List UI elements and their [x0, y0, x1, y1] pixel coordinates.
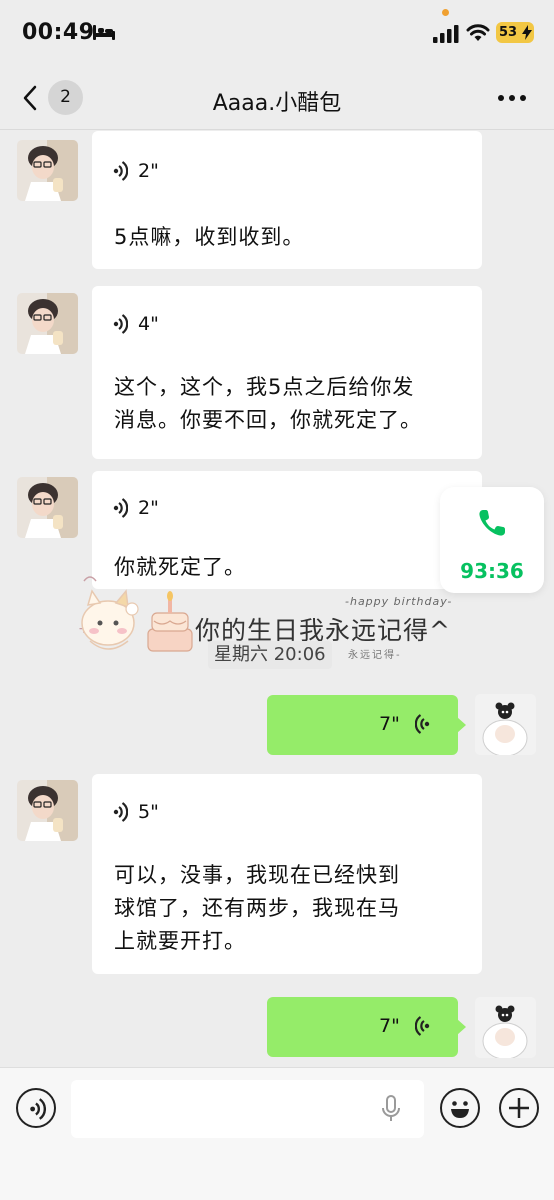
message-list[interactable]: 2" 5点嘛，收到收到。 4" 这个，这个，我5点之后给你发 消息。你要不回，你… — [0, 131, 554, 1067]
message-input[interactable] — [71, 1080, 424, 1138]
voice-playback-row: 2" — [112, 155, 159, 187]
voice-duration: 5" — [138, 801, 159, 823]
contact-avatar[interactable] — [17, 140, 78, 201]
sleep-focus-icon — [93, 25, 115, 40]
voice-playback-row: 4" — [112, 308, 159, 340]
transcript-line: 可以，没事，我现在已经快到 — [114, 863, 400, 887]
outgoing-voice-bubble[interactable]: 7" — [267, 997, 466, 1057]
voice-input-toggle-button[interactable] — [16, 1088, 56, 1128]
voice-wave-icon — [113, 498, 128, 518]
voice-duration: 7" — [379, 713, 400, 735]
contact-avatar[interactable] — [17, 293, 78, 354]
microphone-icon[interactable] — [381, 1095, 401, 1123]
sticker-remember-text: 永远记得- — [348, 650, 402, 661]
cellular-signal-icon — [433, 25, 459, 43]
voice-message-bubble[interactable]: 4" 这个，这个，我5点之后给你发 消息。你要不回，你就死定了。 — [92, 286, 482, 459]
status-bar: 00:49 53 — [0, 0, 554, 66]
plus-icon — [509, 1098, 529, 1118]
transcript-line: 消息。你要不回，你就死定了。 — [114, 408, 422, 432]
status-time: 00:49 — [22, 20, 95, 45]
charging-bolt-icon — [522, 25, 532, 40]
contact-avatar-image — [17, 477, 78, 538]
more-functions-button[interactable] — [499, 1088, 539, 1128]
my-avatar[interactable] — [475, 694, 536, 755]
bubble-tail — [457, 1019, 466, 1035]
chat-header: 2 Aaaa.小醋包 — [0, 66, 554, 130]
chat-title: Aaaa.小醋包 — [212, 91, 342, 116]
battery-level: 53 — [499, 25, 518, 40]
transcript-line: 这个，这个，我5点之后给你发 — [114, 375, 415, 399]
outgoing-voice-bubble[interactable]: 7" — [267, 695, 466, 755]
voice-wave-icon — [113, 802, 128, 822]
wifi-icon — [466, 24, 490, 41]
voice-transcript: 这个，这个，我5点之后给你发 消息。你要不回，你就死定了。 — [114, 371, 422, 437]
bubble-tail — [457, 717, 466, 733]
message-timestamp: 星期六 20:06 — [208, 641, 332, 669]
more-options-icon[interactable] — [497, 94, 527, 102]
contact-avatar-image — [17, 293, 78, 354]
voice-duration: 4" — [138, 313, 159, 335]
voice-wave-icon — [113, 161, 128, 181]
voice-transcript: 5点嘛，收到收到。 — [114, 225, 305, 249]
battery-indicator: 53 — [496, 22, 534, 43]
voice-message-bubble[interactable]: 5" 可以，没事，我现在已经快到 球馆了，还有两步，我现在马 上就要开打。 — [92, 774, 482, 974]
voice-wave-icon — [30, 1098, 46, 1120]
voice-duration: 7" — [379, 1015, 400, 1037]
voice-playback-row: 5" — [112, 796, 159, 828]
contact-avatar[interactable] — [17, 780, 78, 841]
my-avatar[interactable] — [475, 997, 536, 1058]
emoji-button[interactable] — [440, 1088, 480, 1128]
transcript-line: 球馆了，还有两步，我现在马 — [114, 896, 400, 920]
my-avatar-image — [475, 997, 536, 1058]
ongoing-call-widget[interactable]: 93:36 — [440, 487, 544, 593]
voice-duration: 2" — [138, 160, 159, 182]
voice-wave-icon — [415, 1016, 430, 1036]
voice-playback-row: 2" — [112, 492, 159, 524]
voice-wave-icon — [113, 314, 128, 334]
call-duration: 93:36 — [460, 559, 524, 583]
contact-avatar-image — [17, 780, 78, 841]
phone-icon — [479, 510, 505, 536]
voice-duration: 2" — [138, 497, 159, 519]
my-avatar-image — [475, 694, 536, 755]
contact-avatar[interactable] — [17, 477, 78, 538]
smiley-icon — [451, 1101, 469, 1118]
privacy-indicator-dot — [442, 9, 449, 16]
voice-wave-icon — [415, 714, 430, 734]
voice-transcript: 可以，没事，我现在已经快到 球馆了，还有两步，我现在马 上就要开打。 — [114, 859, 400, 958]
input-toolbar — [0, 1067, 554, 1200]
contact-avatar-image — [17, 140, 78, 201]
voice-message-bubble[interactable]: 2" 5点嘛，收到收到。 — [92, 131, 482, 269]
transcript-line: 上就要开打。 — [114, 929, 246, 953]
sticker-happy-birthday-text: -happy birthday- — [345, 595, 453, 608]
